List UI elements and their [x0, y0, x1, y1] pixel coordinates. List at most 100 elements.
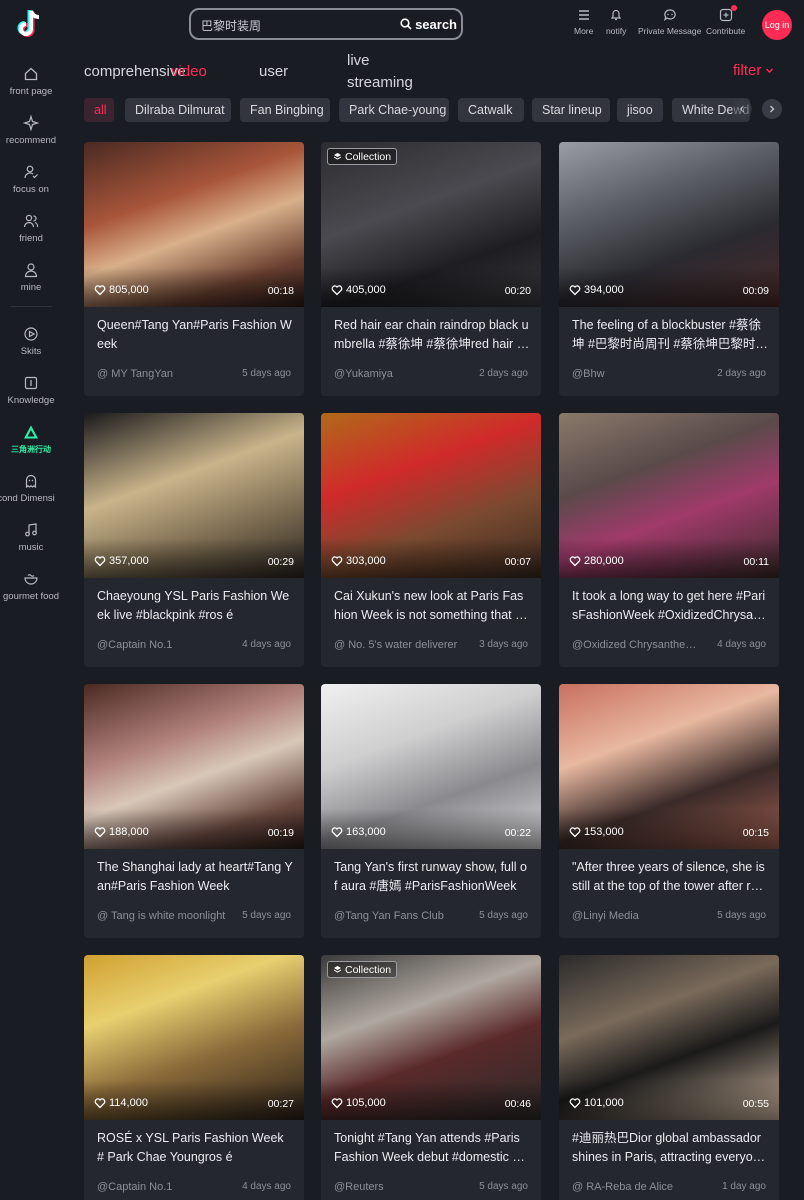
sidebar-divider — [10, 306, 52, 307]
tab-live-streaming-line1[interactable]: live — [347, 52, 370, 69]
sidebar-item-mine[interactable]: mine — [0, 262, 62, 293]
search-input[interactable] — [201, 16, 391, 34]
video-duration: 00:22 — [504, 827, 531, 839]
sidebar-item-friend[interactable]: friend — [0, 213, 62, 244]
heart-icon — [94, 285, 106, 296]
login-button[interactable]: Log in — [762, 10, 792, 40]
sidebar-item-focus-on[interactable]: focus on — [0, 164, 62, 195]
collection-badge: Collection — [327, 148, 398, 165]
contribute-label: Contribute — [706, 26, 746, 36]
video-card[interactable]: Collection 405,000 00:20 Red hair ear ch… — [321, 142, 541, 396]
video-thumbnail[interactable]: 280,000 00:11 — [559, 413, 779, 578]
video-author[interactable]: @Reuters — [334, 1181, 464, 1199]
tab-live-streaming-line2[interactable]: streaming — [347, 74, 413, 91]
video-card[interactable]: 303,000 00:07 Cai Xukun's new look at Pa… — [321, 413, 541, 667]
video-title[interactable]: Tonight #Tang Yan attends #Paris Fashion… — [334, 1129, 530, 1169]
video-thumbnail[interactable]: 163,000 00:22 — [321, 684, 541, 849]
video-card[interactable]: 153,000 00:15 "After three years of sile… — [559, 684, 779, 938]
video-card[interactable]: 280,000 00:11 It took a long way to get … — [559, 413, 779, 667]
delta-icon — [24, 425, 38, 439]
chip-jisoo[interactable]: jisoo — [617, 98, 663, 122]
chips-next-button[interactable] — [762, 99, 782, 119]
video-title[interactable]: Cai Xukun's new look at Paris Fashion We… — [334, 587, 530, 627]
video-author[interactable]: @Linyi Media — [572, 910, 702, 928]
video-thumbnail[interactable]: 357,000 00:29 — [84, 413, 304, 578]
video-title[interactable]: Red hair ear chain raindrop black umbrel… — [334, 316, 530, 356]
video-thumbnail[interactable]: 101,000 00:55 — [559, 955, 779, 1120]
video-thumbnail[interactable]: 188,000 00:19 — [84, 684, 304, 849]
video-thumbnail[interactable]: 114,000 00:27 — [84, 955, 304, 1120]
video-title[interactable]: ROSÉ x YSL Paris Fashion Week # Park Cha… — [97, 1129, 293, 1169]
video-author[interactable]: @ RA-Reba de Alice — [572, 1181, 702, 1199]
tab-user[interactable]: user — [259, 63, 288, 80]
contribute-button[interactable]: Contribute — [706, 5, 746, 36]
video-author[interactable]: @ MY TangYan — [97, 368, 227, 386]
video-date: 1 day ago — [722, 1181, 766, 1192]
sidebar-item-gourmet-food[interactable]: gourmet food — [0, 571, 62, 602]
video-card[interactable]: 101,000 00:55 #迪丽热巴Dior global ambassado… — [559, 955, 779, 1200]
video-thumbnail[interactable]: 805,000 00:18 — [84, 142, 304, 307]
like-count: 405,000 — [331, 284, 386, 296]
video-author[interactable]: @Oxidized Chrysanthemum — [572, 639, 702, 657]
like-count-value: 280,000 — [584, 555, 624, 567]
chip-catwalk[interactable]: Catwalk — [458, 98, 524, 122]
chip-star-lineup[interactable]: Star lineup — [532, 98, 610, 122]
heart-icon — [331, 285, 343, 296]
heart-icon — [569, 1098, 581, 1109]
notify-button[interactable]: notify — [606, 8, 626, 36]
chevron-left-icon — [739, 105, 744, 113]
chips-prev-button[interactable] — [732, 99, 752, 119]
more-button[interactable]: More — [574, 8, 593, 36]
video-card[interactable]: 188,000 00:19 The Shanghai lady at heart… — [84, 684, 304, 938]
video-card[interactable]: 163,000 00:22 Tang Yan's first runway sh… — [321, 684, 541, 938]
video-title[interactable]: It took a long way to get here #ParisFas… — [572, 587, 768, 627]
video-card[interactable]: 357,000 00:29 Chaeyoung YSL Paris Fashio… — [84, 413, 304, 667]
sidebar-item-music[interactable]: music — [0, 522, 62, 553]
sidebar-item-front-page[interactable]: front page — [0, 66, 62, 97]
sidebar-item-second-dimension[interactable]: cond Dimensi — [0, 473, 62, 504]
video-thumbnail[interactable]: Collection 105,000 00:46 — [321, 955, 541, 1120]
like-count-value: 303,000 — [346, 555, 386, 567]
video-title[interactable]: Chaeyoung YSL Paris Fashion Week live #b… — [97, 587, 293, 627]
video-author[interactable]: @Captain No.1 — [97, 1181, 227, 1199]
video-author[interactable]: @Tang Yan Fans Club — [334, 910, 464, 928]
heart-icon — [569, 556, 581, 567]
sidebar-item-skits[interactable]: Skits — [0, 326, 62, 357]
tiktok-logo[interactable] — [14, 8, 44, 42]
video-title[interactable]: Tang Yan's first runway show, full of au… — [334, 858, 530, 898]
like-count-value: 405,000 — [346, 284, 386, 296]
video-thumbnail[interactable]: Collection 405,000 00:20 — [321, 142, 541, 307]
filter-button[interactable]: filter — [733, 62, 774, 79]
video-title[interactable]: #迪丽热巴Dior global ambassador shines in Pa… — [572, 1129, 768, 1169]
sidebar-label: Skits — [20, 346, 42, 357]
video-card[interactable]: 805,000 00:18 Queen#Tang Yan#Paris Fashi… — [84, 142, 304, 396]
video-title[interactable]: "After three years of silence, she is st… — [572, 858, 768, 898]
filter-label: filter — [733, 62, 762, 79]
video-author[interactable]: @Yukamiya — [334, 368, 464, 386]
video-title[interactable]: Queen#Tang Yan#Paris Fashion Week — [97, 316, 293, 356]
sidebar-item-knowledge[interactable]: Knowledge — [0, 375, 62, 406]
chip-park-chae-young[interactable]: Park Chae-young — [339, 98, 449, 122]
chip-fan-bingbing[interactable]: Fan Bingbing — [240, 98, 330, 122]
sidebar-label: Knowledge — [7, 395, 55, 406]
search-button[interactable]: search — [398, 13, 459, 35]
video-thumbnail[interactable]: 303,000 00:07 — [321, 413, 541, 578]
video-author[interactable]: @ No. 5's water deliverer — [334, 639, 464, 657]
tab-video[interactable]: video — [171, 63, 207, 80]
video-card[interactable]: 394,000 00:09 The feeling of a blockbust… — [559, 142, 779, 396]
video-author[interactable]: @Bhw — [572, 368, 702, 386]
video-card[interactable]: 114,000 00:27 ROSÉ x YSL Paris Fashion W… — [84, 955, 304, 1200]
video-card[interactable]: Collection 105,000 00:46 Tonight #Tang Y… — [321, 955, 541, 1200]
chip-all[interactable]: all — [84, 98, 114, 122]
sidebar-item-recommend[interactable]: recommend — [0, 115, 62, 146]
video-title[interactable]: The feeling of a blockbuster #蔡徐坤 #巴黎时尚周… — [572, 316, 768, 356]
video-title[interactable]: The Shanghai lady at heart#Tang Yan#Pari… — [97, 858, 293, 898]
chip-dilraba[interactable]: Dilraba Dilmurat — [125, 98, 231, 122]
plus-icon — [719, 8, 732, 22]
video-thumbnail[interactable]: 153,000 00:15 — [559, 684, 779, 849]
video-author[interactable]: @Captain No.1 — [97, 639, 227, 657]
sidebar-item-delta-force[interactable]: 三角洲行动 — [0, 424, 62, 455]
video-thumbnail[interactable]: 394,000 00:09 — [559, 142, 779, 307]
private-message-button[interactable]: Private Message — [638, 8, 701, 36]
video-author[interactable]: @ Tang is white moonlight — [97, 910, 227, 928]
